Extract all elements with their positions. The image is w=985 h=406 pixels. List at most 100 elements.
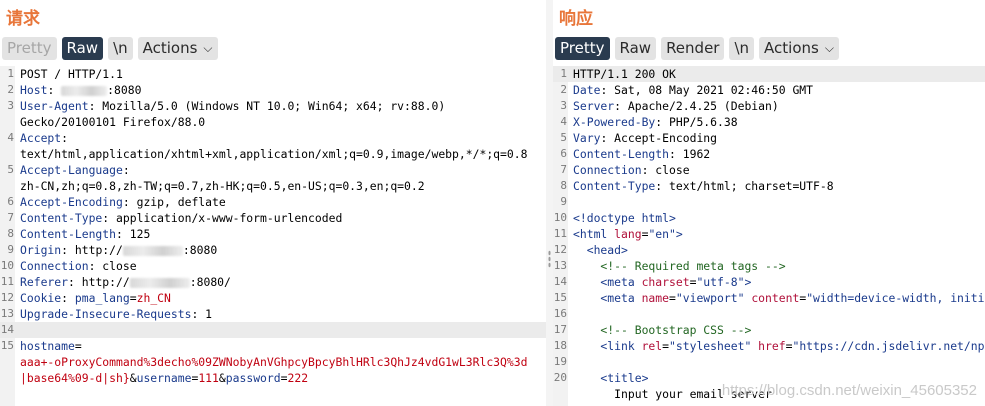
- response-toolbar: Pretty Raw Render \n Actions ⌵: [555, 37, 839, 60]
- code-token: >: [675, 227, 683, 241]
- line-number: 11: [0, 275, 14, 288]
- line-number: 15: [0, 339, 14, 352]
- response-tab-render[interactable]: Render: [661, 37, 725, 60]
- code-token: lang: [614, 227, 642, 241]
- code-token: <head>: [573, 243, 628, 257]
- code-line: 9: [553, 194, 985, 210]
- redacted-text: [61, 85, 108, 96]
- code-line: 2 Host: :8080: [0, 82, 546, 98]
- code-token: : http://: [68, 275, 130, 289]
- line-text: zh-CN,zh;q=0.8,zh-TW;q=0.7,zh-HK;q=0.5,e…: [20, 178, 425, 194]
- code-token: "https://cdn.jsdelivr.net/npm: [792, 339, 985, 353]
- line-text: Host: :8080: [20, 82, 141, 98]
- code-token: HTTP/1.1 200 OK: [573, 67, 676, 81]
- code-token: =: [669, 291, 676, 305]
- drag-handle-icon[interactable]: [548, 250, 551, 268]
- line-text: hostname=: [20, 338, 82, 354]
- line-number: 6: [7, 195, 14, 208]
- code-line: zh-CN,zh;q=0.8,zh-TW;q=0.7,zh-HK;q=0.5,e…: [0, 178, 546, 194]
- pane-divider[interactable]: [546, 0, 553, 406]
- code-token: pma_lang: [74, 291, 130, 305]
- line-text: <!-- Required meta tags -->: [573, 258, 785, 274]
- line-text: Accept-Encoding: gzip, deflate: [20, 194, 226, 210]
- code-token: :8080: [107, 83, 142, 97]
- code-token: zh-CN,zh;q=0.8,zh-TW;q=0.7,zh-HK;q=0.5,e…: [20, 179, 425, 193]
- line-text: Server: Apache/2.4.25 (Debian): [573, 98, 779, 114]
- code-token: Server: [573, 99, 615, 113]
- code-token: Connection: [20, 259, 89, 273]
- response-actions-label: Actions: [764, 39, 819, 57]
- code-token: User-Agent: [20, 99, 89, 113]
- line-text: X-Powered-By: PHP/5.6.38: [573, 114, 738, 130]
- line-number: 13: [553, 259, 567, 272]
- line-number: 1: [7, 67, 14, 80]
- code-token: <link: [573, 339, 642, 353]
- request-actions-label: Actions: [142, 39, 198, 57]
- code-token: : Apache/2.4.25 (Debian): [614, 99, 779, 113]
- line-text: Accept:: [20, 130, 68, 146]
- code-token: :8080/: [189, 275, 231, 289]
- response-title: 响应: [559, 9, 593, 29]
- request-actions-button[interactable]: Actions ⌵: [137, 37, 218, 60]
- response-newline-toggle[interactable]: \n: [729, 37, 755, 60]
- code-token: hostname: [20, 339, 75, 353]
- line-text: text/html,application/xhtml+xml,applicat…: [20, 146, 527, 162]
- code-token: Content-Type: [573, 179, 656, 193]
- line-number: 10: [0, 259, 14, 272]
- code-token: Referer: [20, 275, 69, 289]
- line-text: Upgrade-Insecure-Requests: 1: [20, 306, 212, 322]
- code-line: 7 Content-Type: application/x-www-form-ur…: [0, 210, 546, 226]
- code-token: : http://: [61, 243, 123, 257]
- code-token: <!-- Bootstrap CSS -->: [573, 323, 752, 337]
- line-number: 4: [7, 131, 14, 144]
- code-token: "viewport": [675, 291, 745, 305]
- code-token: Content-Length: [20, 227, 117, 241]
- line-number: 2: [7, 83, 14, 96]
- line-text: <!-- Bootstrap CSS -->: [573, 322, 751, 338]
- code-line: 12 <head>: [553, 242, 985, 258]
- code-token: : PHP/5.6.38: [655, 115, 738, 129]
- code-token: <meta: [573, 275, 642, 289]
- code-line: 17 <!-- Bootstrap CSS -->: [553, 322, 985, 338]
- code-token: Origin: [20, 243, 62, 257]
- code-line: text/html,application/xhtml+xml,applicat…: [0, 146, 546, 162]
- line-number: 8: [7, 227, 14, 240]
- response-tab-raw[interactable]: Raw: [614, 37, 657, 60]
- code-token: href: [758, 339, 786, 353]
- line-text: <!doctype html>: [573, 210, 676, 226]
- line-number: 15: [553, 291, 567, 304]
- code-line: 5 Vary: Accept-Encoding: [553, 130, 985, 146]
- line-text: Vary: Accept-Encoding: [573, 130, 717, 146]
- code-line: 10 Connection: close: [0, 258, 546, 274]
- code-token: zh_CN: [136, 291, 171, 305]
- code-token: "width=device-width, initial-scale=1": [806, 291, 985, 305]
- code-token: : gzip, deflate: [122, 195, 226, 209]
- line-number: 6: [560, 147, 567, 160]
- code-token: content: [751, 291, 800, 305]
- request-editor[interactable]: 1 POST / HTTP/1.1 2 Host: :8080 3 User-Agent:…: [0, 66, 546, 406]
- code-line: 6 Accept-Encoding: gzip, deflate: [0, 194, 546, 210]
- line-number: 16: [553, 307, 567, 320]
- code-token: <!doctype html>: [573, 211, 676, 225]
- code-token: Date: [573, 83, 601, 97]
- code-token: X-Powered-By: [573, 115, 656, 129]
- code-token: : application/x-www-form-urlencoded: [102, 211, 343, 225]
- response-editor[interactable]: 1 HTTP/1.1 200 OK 2 Date: Sat, 08 May 2021 …: [553, 66, 985, 406]
- code-token: >: [744, 275, 752, 289]
- response-actions-button[interactable]: Actions ⌵: [759, 37, 839, 60]
- line-text: <head>: [573, 242, 628, 258]
- line-number: 1: [560, 67, 567, 80]
- code-line: 14 <meta charset="utf-8">: [553, 274, 985, 290]
- request-tab-pretty[interactable]: Pretty: [2, 37, 57, 60]
- request-newline-toggle[interactable]: \n: [108, 37, 133, 60]
- code-token: Accept: [20, 131, 62, 145]
- code-token: Accept-Encoding: [20, 195, 123, 209]
- code-line: 18 <link rel="stylesheet" href="https://…: [553, 338, 985, 354]
- code-line: 15 <meta name="viewport" content="width=…: [553, 290, 985, 306]
- response-tab-pretty[interactable]: Pretty: [555, 37, 610, 60]
- line-number: 14: [0, 323, 14, 336]
- line-number: 8: [560, 179, 567, 192]
- request-tab-raw[interactable]: Raw: [61, 37, 104, 60]
- code-token: :: [61, 131, 69, 145]
- code-token: :: [61, 291, 75, 305]
